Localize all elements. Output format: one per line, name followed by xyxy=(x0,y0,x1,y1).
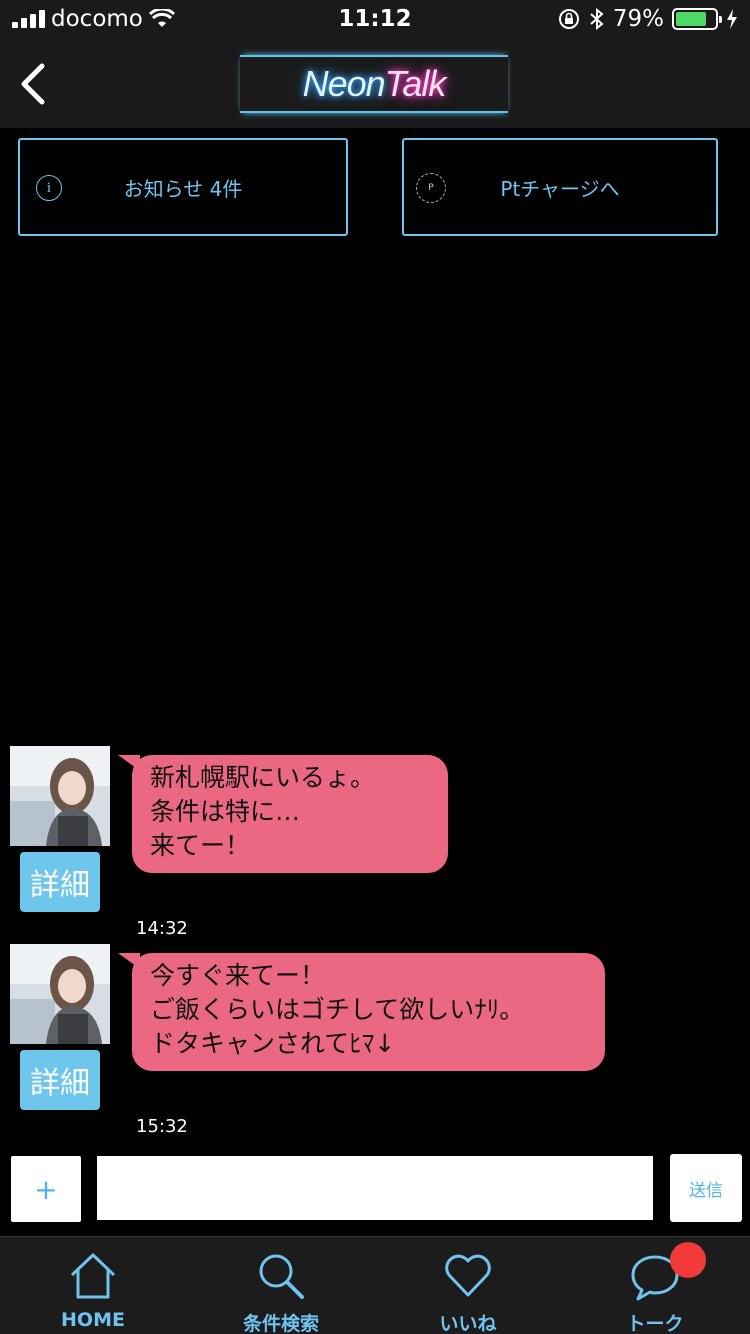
message-line: ご飯くらいはゴチして欲しいﾅﾘ。 xyxy=(150,995,525,1024)
message-input[interactable] xyxy=(97,1156,653,1220)
tab-bar: HOME 条件検索 いいね トーク xyxy=(0,1236,750,1334)
logo-neon: Neon xyxy=(302,63,386,104)
status-right: 79% xyxy=(557,6,738,32)
avatar[interactable] xyxy=(10,944,110,1044)
tab-label: トーク xyxy=(626,1313,684,1334)
heart-icon xyxy=(445,1254,491,1297)
message-time: 14:32 xyxy=(136,918,188,939)
status-bar: docomo 11:12 79% xyxy=(0,0,750,40)
app-header: NeonTalk xyxy=(0,40,750,128)
point-icon: P xyxy=(416,173,446,203)
tab-talk[interactable]: トーク xyxy=(580,1237,730,1334)
message-input-bar: + 送信 xyxy=(0,1148,750,1236)
logo-text: NeonTalk xyxy=(302,63,447,105)
search-icon xyxy=(259,1254,304,1299)
home-icon xyxy=(70,1253,116,1299)
tab-like[interactable]: いいね xyxy=(393,1237,543,1334)
battery-icon xyxy=(672,8,722,30)
bluetooth-icon xyxy=(590,7,604,31)
message-time: 15:32 xyxy=(136,1116,188,1137)
logo-talk: Talk xyxy=(384,63,447,104)
message-line: 今すぐ来てー！ xyxy=(150,961,326,990)
tab-search[interactable]: 条件検索 xyxy=(206,1237,356,1334)
attach-button[interactable]: + xyxy=(11,1156,81,1222)
pt-charge-label: Ptチャージへ xyxy=(500,176,620,201)
message-line: 新札幌駅にいるょ。 xyxy=(150,763,376,792)
notification-badge xyxy=(670,1242,706,1278)
rotation-lock-icon xyxy=(558,9,579,29)
pt-charge-button[interactable]: P Ptチャージへ xyxy=(402,138,718,236)
message-line: ドタキャンされてﾋﾏ↓ xyxy=(150,1029,396,1058)
tab-label: HOME xyxy=(61,1309,125,1331)
back-icon[interactable] xyxy=(14,60,50,108)
app-logo: NeonTalk xyxy=(240,55,508,113)
send-button[interactable]: 送信 xyxy=(670,1154,742,1222)
tab-label: 条件検索 xyxy=(242,1313,319,1334)
avatar-photo xyxy=(10,746,110,846)
avatar-photo xyxy=(10,944,110,1044)
tab-label: いいね xyxy=(439,1313,497,1334)
message-bubble: 新札幌駅にいるょ。 条件は特に… 来てー！ xyxy=(118,755,448,873)
message-line: 条件は特に… xyxy=(150,797,301,826)
detail-button[interactable]: 詳細 xyxy=(20,1050,100,1110)
avatar[interactable] xyxy=(10,746,110,846)
message-bubble: 今すぐ来てー！ ご飯くらいはゴチして欲しいﾅﾘ。 ドタキャンされてﾋﾏ↓ xyxy=(118,953,605,1071)
notice-button[interactable]: i お知らせ 4件 xyxy=(18,138,348,236)
charging-icon xyxy=(727,9,737,29)
battery-fill xyxy=(676,12,707,26)
info-icon: i xyxy=(36,175,62,201)
detail-button[interactable]: 詳細 xyxy=(20,852,100,912)
message-line: 来てー！ xyxy=(150,831,251,860)
notice-label: お知らせ 4件 xyxy=(123,176,243,201)
tab-home[interactable]: HOME xyxy=(18,1237,168,1334)
battery-percent: 79% xyxy=(612,6,664,32)
